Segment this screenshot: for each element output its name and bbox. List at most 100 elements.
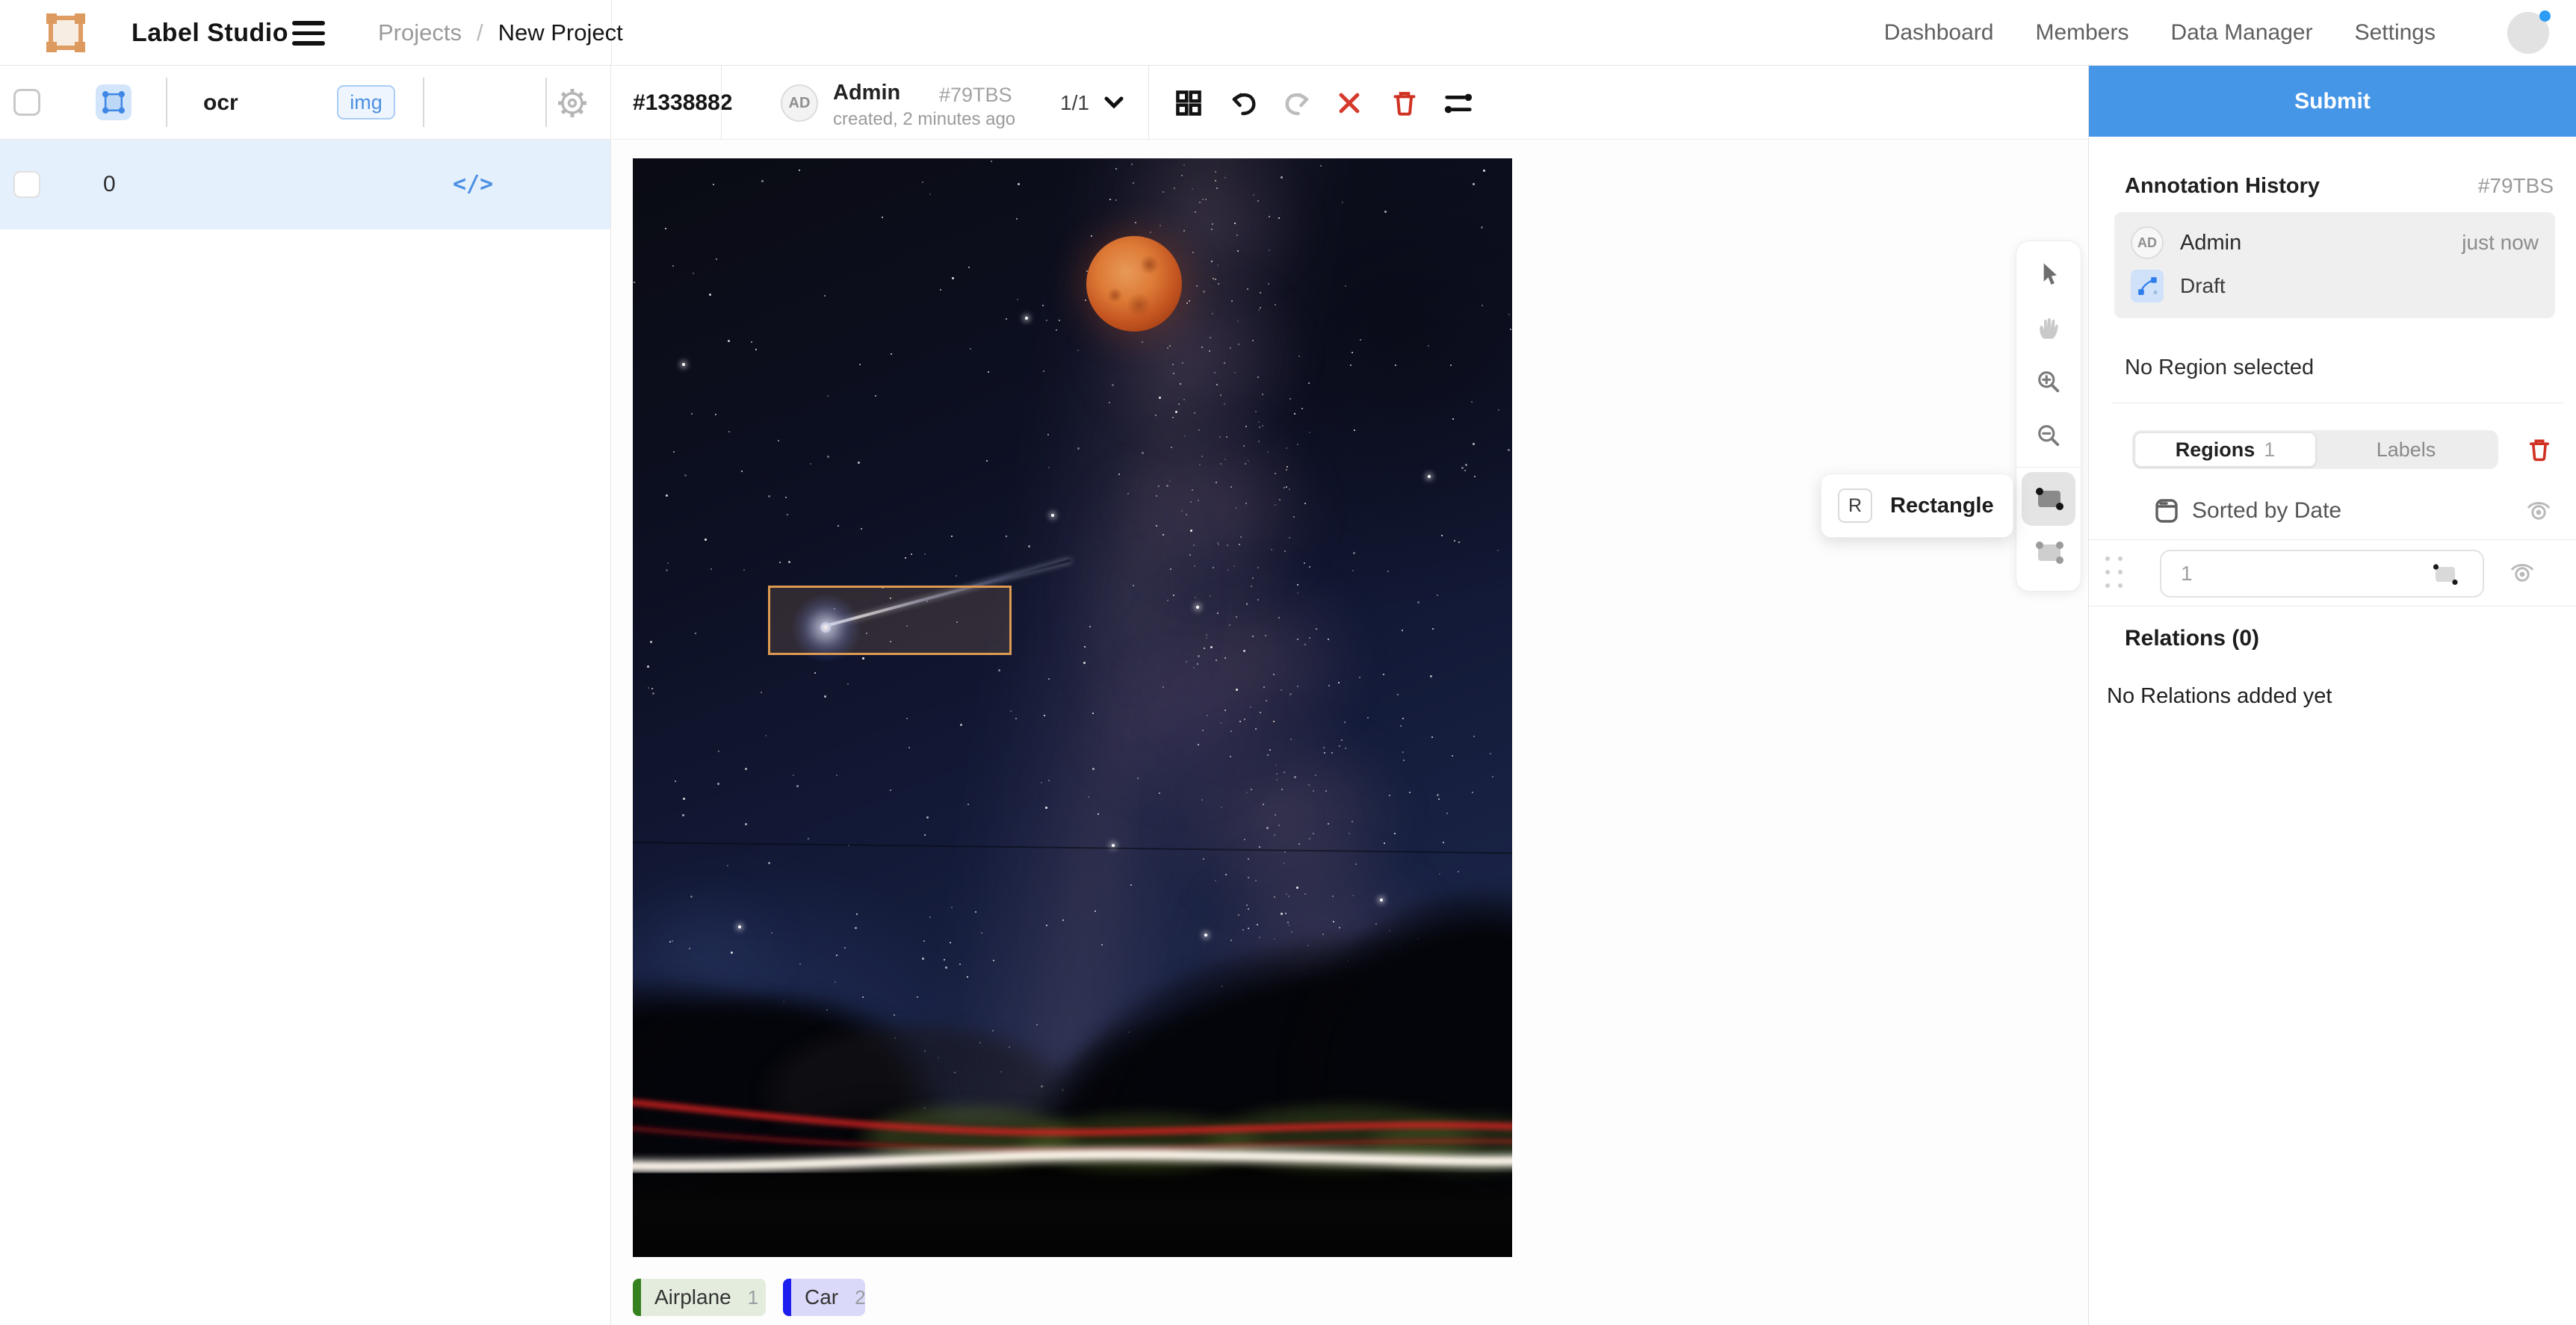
task-id: #1338882 (633, 66, 732, 140)
toggle-all-visibility-eye-icon[interactable] (2524, 496, 2554, 526)
top-header: Label Studio Projects / New Project Dash… (0, 0, 2576, 66)
tooltip-label: Rectangle (1890, 494, 1994, 518)
annotation-canvas: Airplane 1 Car 2 (612, 140, 2088, 1325)
label-name: Airplane (654, 1285, 731, 1309)
shortcut-key-badge: R (1838, 488, 1872, 523)
history-status: Draft (2180, 274, 2226, 298)
relations-empty-text: No Relations added yet (2107, 684, 2554, 709)
annotation-created-info: created, 2 minutes ago (833, 109, 1015, 130)
zoom-in-tool-button[interactable] (2022, 355, 2075, 409)
regions-count: 1 (2264, 438, 2275, 462)
annotation-workspace: #1338882 AD Admin #79TBS created, 2 minu… (612, 66, 2088, 1325)
annotation-history-id: #79TBS (2478, 174, 2554, 198)
task-data-code-icon[interactable]: </> (453, 140, 493, 229)
column-header-ocr: ocr (203, 66, 238, 140)
task-row[interactable]: 0 </> (0, 140, 610, 229)
region-bbox-annotation[interactable] (768, 586, 1012, 655)
tool-palette (2016, 241, 2081, 592)
task-image[interactable] (633, 158, 1512, 1257)
sorted-by-date-dropdown[interactable]: Sorted by Date (2192, 498, 2341, 524)
hamburger-menu-icon[interactable] (292, 21, 325, 46)
history-avatar: AD (2131, 226, 2164, 259)
annotation-id: #79TBS (939, 84, 1012, 107)
annotation-sidebar: Submit Annotation History #79TBS AD Admi… (2088, 66, 2576, 1325)
redo-button[interactable] (1281, 87, 1314, 120)
nav-dashboard[interactable]: Dashboard (1884, 20, 1994, 46)
move-tool-button[interactable] (2022, 247, 2075, 301)
rectangle-region-icon (2430, 562, 2460, 589)
label-studio-logo-icon[interactable] (45, 12, 87, 54)
tab-regions-label: Regions (2176, 438, 2255, 462)
annotator-avatar: AD (781, 84, 818, 122)
region-item-box[interactable]: 1 (2160, 550, 2484, 598)
toolbar-divider (721, 66, 722, 140)
rectangle-3point-tool-button[interactable] (2022, 526, 2075, 580)
undo-button[interactable] (1227, 87, 1260, 120)
zoom-out-tool-button[interactable] (2022, 409, 2075, 462)
select-all-checkbox[interactable] (13, 89, 40, 116)
task-thumbnail[interactable] (279, 146, 338, 223)
app-title: Label Studio (131, 0, 288, 66)
region-visibility-eye-icon[interactable] (2507, 558, 2537, 588)
annotation-history-title: Annotation History (2125, 174, 2320, 199)
toolbar-divider (545, 78, 547, 127)
grid-view-button[interactable] (1172, 87, 1205, 120)
rectangle-tool-tooltip: R Rectangle (1821, 474, 2013, 538)
no-region-selected-text: No Region selected (2125, 356, 2554, 380)
annotation-toolbar: #1338882 AD Admin #79TBS created, 2 minu… (612, 66, 2088, 140)
tab-regions[interactable]: Regions 1 (2134, 432, 2316, 467)
task-row-checkbox[interactable] (13, 171, 40, 198)
rectangle-tool-button[interactable] (2022, 472, 2075, 526)
region-drag-handle[interactable] (2105, 556, 2125, 591)
palette-divider (2016, 467, 2081, 468)
label-hotkey: 1 (748, 1286, 758, 1309)
label-chip-airplane[interactable]: Airplane 1 (633, 1279, 766, 1316)
settings-sliders-button[interactable] (1442, 87, 1475, 120)
foreground-ground (633, 1171, 1512, 1257)
history-timestamp: just now (2462, 231, 2539, 255)
toolbar-divider (1148, 66, 1149, 140)
tasks-toolbar: ocr img (0, 66, 610, 140)
pan-tool-button[interactable] (2022, 301, 2075, 355)
label-color-bar (783, 1279, 791, 1316)
delete-annotation-button[interactable] (1388, 87, 1421, 120)
notification-dot (2539, 10, 2551, 22)
task-row-id: 0 (103, 140, 116, 229)
tab-labels[interactable]: Labels (2316, 432, 2496, 467)
breadcrumb-current-project: New Project (498, 19, 623, 46)
toolbar-divider (166, 78, 167, 127)
regions-labels-tabs: Regions 1 Labels (2132, 430, 2498, 469)
region-number: 1 (2181, 562, 2193, 586)
reset-annotation-button[interactable] (1333, 87, 1366, 120)
breadcrumb-projects-link[interactable]: Projects (378, 19, 462, 46)
relations-title: Relations (0) (2125, 626, 2554, 651)
label-chip-car[interactable]: Car 2 (783, 1279, 865, 1316)
nav-members[interactable]: Members (2035, 20, 2128, 46)
annotator-name: Admin (833, 81, 900, 105)
label-hotkey: 2 (855, 1286, 865, 1309)
label-name: Car (805, 1285, 838, 1309)
history-user-name: Admin (2180, 231, 2241, 255)
nav-data-manager[interactable]: Data Manager (2170, 20, 2312, 46)
columns-settings-gear-icon[interactable] (554, 66, 590, 140)
annotations-dropdown-chevron-icon[interactable] (1100, 88, 1128, 117)
toolbar-divider (423, 78, 424, 127)
sort-mode-icon (2153, 497, 2180, 524)
nav-settings[interactable]: Settings (2355, 20, 2436, 46)
breadcrumb: Projects / New Project (378, 0, 623, 66)
region-list-item[interactable]: 1 (2089, 539, 2576, 606)
submit-button[interactable]: Submit (2089, 66, 2576, 137)
tasks-sidebar: ocr img 0 </> (0, 66, 611, 1325)
delete-regions-button[interactable] (2525, 435, 2554, 464)
label-color-bar (633, 1279, 641, 1316)
car-light-trails (633, 158, 1512, 1257)
history-entry[interactable]: AD Admin just now Draft (2114, 212, 2555, 318)
draft-icon (2131, 270, 2164, 302)
user-avatar[interactable] (2507, 12, 2549, 54)
annotation-pager: 1/1 (1060, 66, 1089, 140)
region-column-icon[interactable] (96, 84, 131, 120)
label-studio-app: Label Studio Projects / New Project Dash… (0, 0, 2576, 1325)
breadcrumb-separator: / (477, 19, 483, 46)
img-column-chip[interactable]: img (337, 85, 395, 120)
top-navigation: Dashboard Members Data Manager Settings (1884, 0, 2549, 66)
